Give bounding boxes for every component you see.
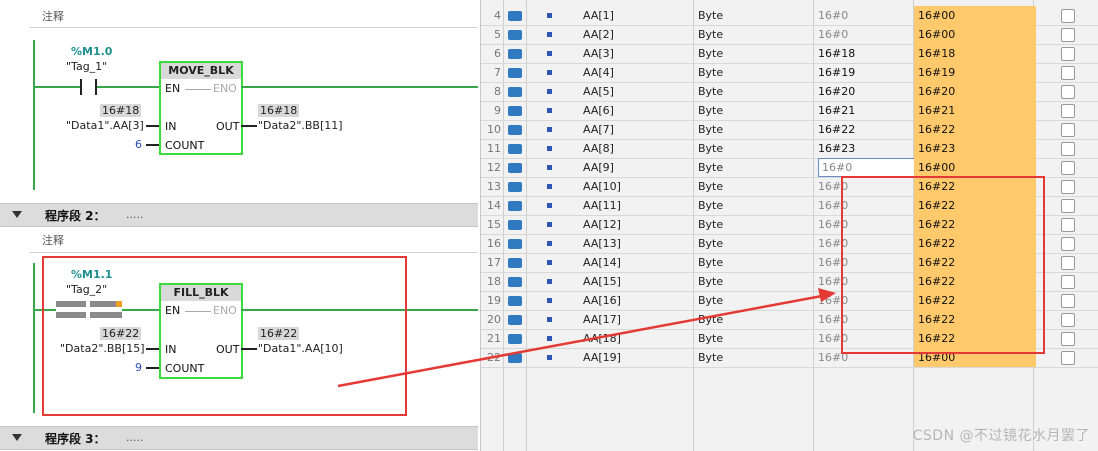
- watermark-text: CSDN @不过镜花水月罢了: [912, 428, 1090, 444]
- annotation-arrow: [337, 288, 836, 388]
